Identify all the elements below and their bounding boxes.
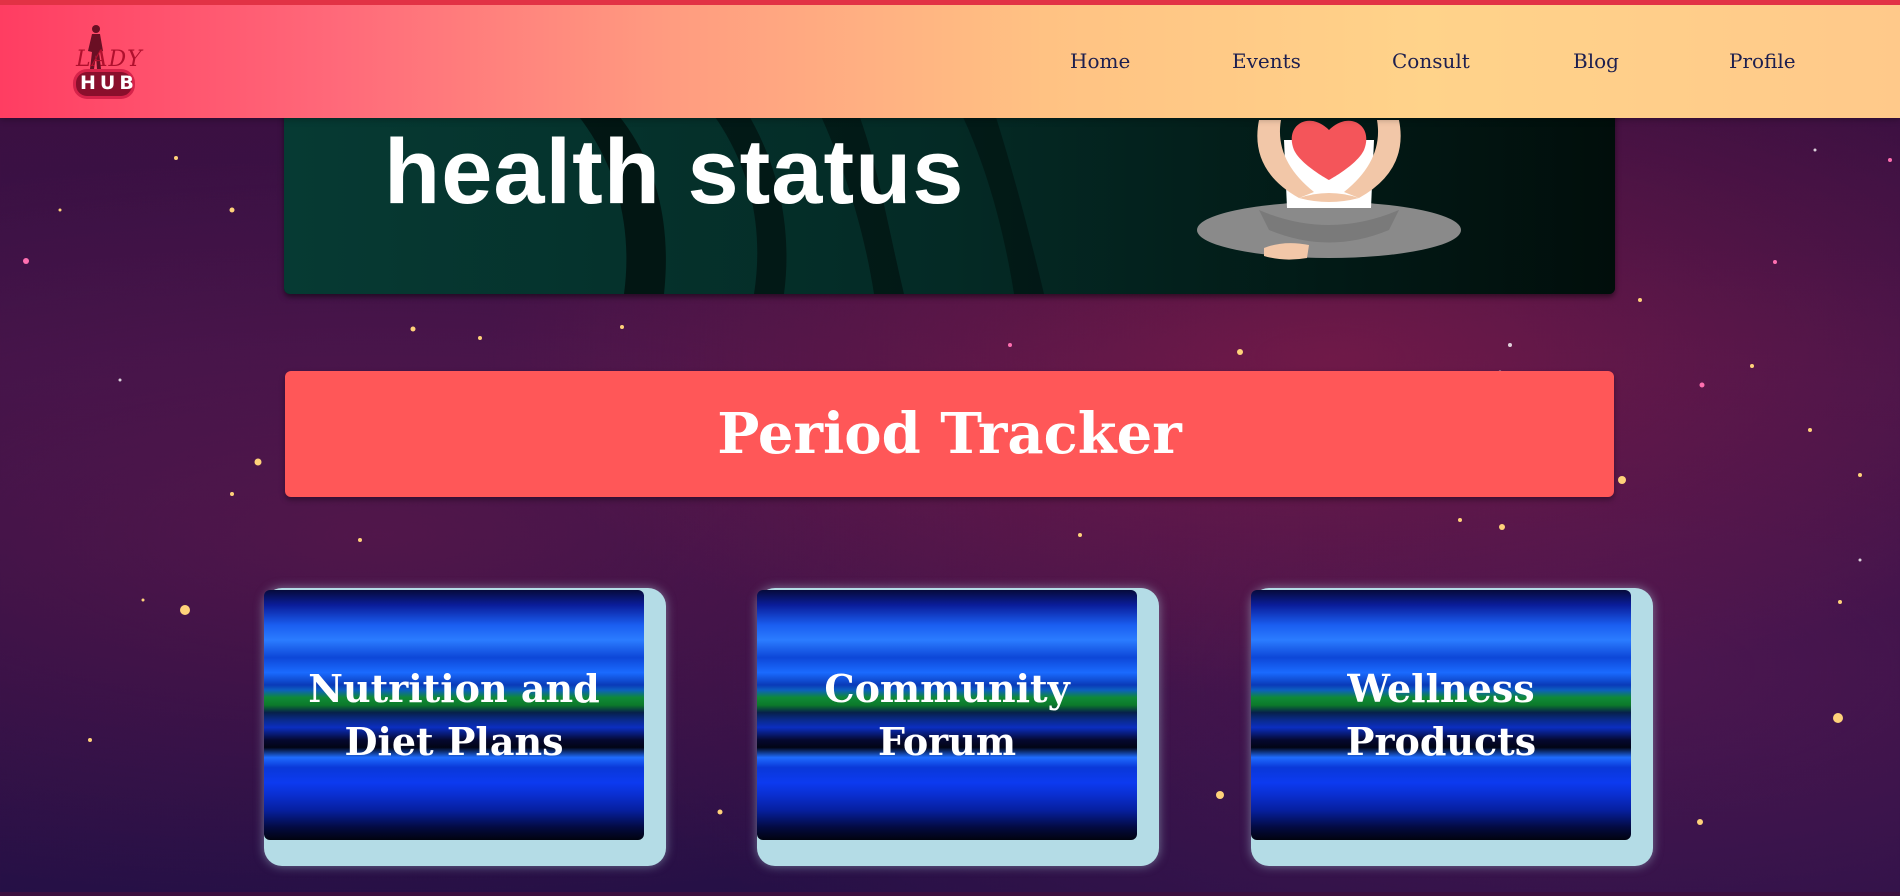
logo-text-bottom: HUB	[80, 72, 138, 94]
nav-events[interactable]: Events	[1232, 5, 1301, 118]
period-tracker-button[interactable]: Period Tracker	[285, 371, 1614, 497]
card-community-image: Community Forum	[757, 590, 1137, 840]
lady-hub-logo[interactable]: LADY HUB	[70, 21, 142, 103]
card-nutrition-label: Nutrition and Diet Plans	[308, 666, 600, 764]
card-wellness-image: Wellness Products	[1251, 590, 1631, 840]
card-nutrition-image: Nutrition and Diet Plans	[264, 590, 644, 840]
logo-text-top: LADY	[76, 47, 143, 72]
nav-home[interactable]: Home	[1070, 5, 1130, 118]
top-navbar: LADY HUB Home Events Consult Blog Profil…	[0, 0, 1900, 118]
nav-consult[interactable]: Consult	[1392, 5, 1470, 118]
card-community-forum[interactable]: Community Forum	[757, 588, 1159, 866]
card-wellness-label: Wellness Products	[1345, 666, 1537, 764]
nav-blog[interactable]: Blog	[1573, 5, 1619, 118]
period-tracker-label: Period Tracker	[717, 401, 1182, 467]
card-wellness-products[interactable]: Wellness Products	[1251, 588, 1653, 866]
nav-profile[interactable]: Profile	[1729, 5, 1796, 118]
logo-figure-head-icon	[92, 25, 100, 33]
card-community-label: Community Forum	[824, 666, 1070, 764]
card-nutrition-diet[interactable]: Nutrition and Diet Plans	[264, 588, 666, 866]
hero-title: health status	[384, 121, 965, 223]
